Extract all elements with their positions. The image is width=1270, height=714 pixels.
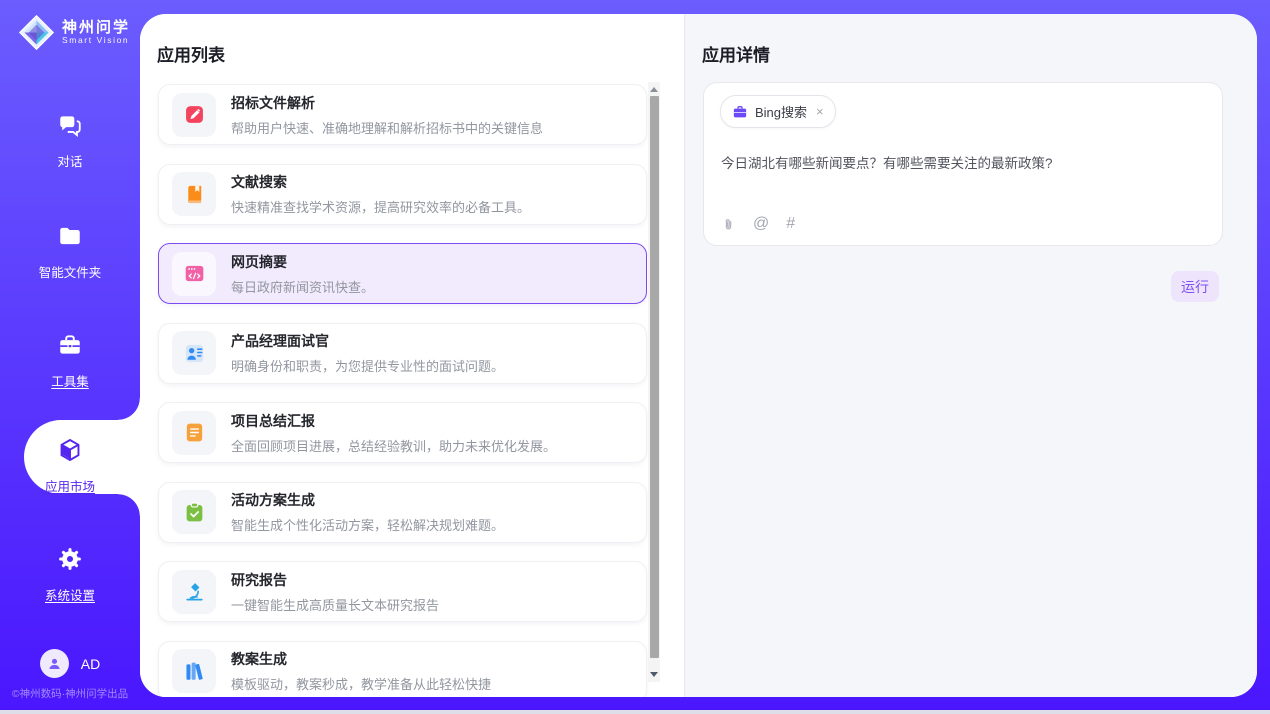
app-card-name: 活动方案生成 [231, 490, 504, 510]
app-card-description: 模板驱动，教案秒成，教学准备从此轻松快捷 [231, 674, 491, 693]
app-card-description: 每日政府新闻资讯快查。 [231, 277, 374, 296]
scrollbar[interactable] [648, 82, 660, 682]
sidebar-item-label: 应用市场 [45, 476, 95, 495]
cube-icon [57, 437, 83, 468]
gear-icon [57, 546, 83, 577]
microscope-icon [172, 570, 216, 614]
books-icon [172, 649, 216, 693]
app-card-name: 教案生成 [231, 649, 491, 669]
user-account[interactable]: AD [0, 649, 140, 678]
diamond-logo-icon [18, 14, 55, 51]
query-input[interactable]: 今日湖北有哪些新闻要点？有哪些需要关注的最新政策? [721, 152, 1205, 172]
user-avatar-icon [40, 649, 69, 678]
copyright-footer: ©神州数码·神州问学出品 [0, 686, 140, 701]
app-window: 神州问学 Smart Vision 对话智能文件夹工具集应用市场系统设置 AD … [0, 0, 1270, 714]
scrollbar-thumb[interactable] [650, 96, 659, 658]
app-card-description: 帮助用户快速、准确地理解和解析招标书中的关键信息 [231, 118, 543, 137]
app-card-description: 智能生成个性化活动方案，轻松解决规划难题。 [231, 515, 504, 534]
main-container: 应用列表 招标文件解析帮助用户快速、准确地理解和解析招标书中的关键信息文献搜索快… [140, 14, 1257, 697]
app-card[interactable]: 教案生成模板驱动，教案秒成，教学准备从此轻松快捷 [158, 641, 647, 698]
app-card-name: 产品经理面试官 [231, 331, 504, 351]
scrollbar-down-arrow-icon[interactable] [650, 672, 658, 677]
folder-icon [57, 223, 83, 254]
sidebar-item-对话[interactable]: 对话 [0, 112, 140, 170]
edit-square-icon [172, 93, 216, 137]
logo-title: 神州问学 [62, 20, 130, 37]
tool-tag-close-icon[interactable]: × [816, 104, 824, 119]
prompt-input-card[interactable]: Bing搜索 × 今日湖北有哪些新闻要点？有哪些需要关注的最新政策? @ # [703, 82, 1223, 246]
app-card[interactable]: 项目总结汇报全面回顾项目进展，总结经验教训，助力未来优化发展。 [158, 402, 647, 463]
note-icon [172, 411, 216, 455]
app-card-name: 研究报告 [231, 570, 439, 590]
app-card-name: 文献搜索 [231, 172, 530, 192]
active-tab-fillet-bottom [118, 494, 140, 516]
app-card[interactable]: 活动方案生成智能生成个性化活动方案，轻松解决规划难题。 [158, 482, 647, 543]
sidebar-item-应用市场[interactable]: 应用市场 [0, 437, 140, 495]
app-card-description: 一键智能生成高质量长文本研究报告 [231, 595, 439, 614]
run-button[interactable]: 运行 [1171, 271, 1219, 302]
app-card-name: 招标文件解析 [231, 93, 543, 113]
app-card-description: 明确身份和职责，为您提供专业性的面试问题。 [231, 356, 504, 375]
toolbox-icon [57, 332, 83, 363]
sidebar-item-系统设置[interactable]: 系统设置 [0, 546, 140, 604]
sidebar: 神州问学 Smart Vision 对话智能文件夹工具集应用市场系统设置 AD … [0, 0, 140, 710]
paperclip-icon[interactable] [721, 216, 736, 233]
tool-tag-bing-search[interactable]: Bing搜索 × [720, 95, 836, 128]
sidebar-item-label: 智能文件夹 [39, 262, 102, 281]
app-card[interactable]: 研究报告一键智能生成高质量长文本研究报告 [158, 561, 647, 622]
browser-icon [172, 252, 216, 296]
at-icon[interactable]: @ [753, 215, 769, 233]
composer-toolbar: @ # [721, 215, 795, 233]
app-card[interactable]: 产品经理面试官明确身份和职责，为您提供专业性的面试问题。 [158, 323, 647, 384]
app-card-name: 项目总结汇报 [231, 411, 556, 431]
book-icon [172, 172, 216, 216]
scrollbar-up-arrow-icon[interactable] [650, 87, 658, 92]
app-list-panel: 应用列表 招标文件解析帮助用户快速、准确地理解和解析招标书中的关键信息文献搜索快… [140, 14, 684, 697]
app-card[interactable]: 招标文件解析帮助用户快速、准确地理解和解析招标书中的关键信息 [158, 84, 647, 145]
chat-icon [57, 112, 83, 143]
hash-icon[interactable]: # [786, 215, 795, 233]
app-card-description: 快速精准查找学术资源，提高研究效率的必备工具。 [231, 197, 530, 216]
logo-subtitle: Smart Vision [62, 36, 130, 45]
sidebar-item-label: 系统设置 [45, 585, 95, 604]
sidebar-item-工具集[interactable]: 工具集 [0, 332, 140, 390]
interviewer-icon [172, 331, 216, 375]
app-detail-title: 应用详情 [702, 41, 770, 66]
active-tab-fillet-top [118, 398, 140, 420]
app-card[interactable]: 文献搜索快速精准查找学术资源，提高研究效率的必备工具。 [158, 164, 647, 225]
tool-tag-label: Bing搜索 [755, 102, 807, 121]
app-logo: 神州问学 Smart Vision [18, 14, 130, 51]
sidebar-item-label: 工具集 [51, 371, 89, 390]
clipboard-check-icon [172, 490, 216, 534]
window-bottom-edge [0, 710, 1270, 714]
sidebar-item-label: 对话 [57, 151, 82, 170]
sidebar-item-智能文件夹[interactable]: 智能文件夹 [0, 223, 140, 281]
app-detail-panel: 应用详情 Bing搜索 × 今日湖北有哪些新闻要点？有哪些需要关注的最新政策? [684, 14, 1257, 697]
briefcase-icon [732, 104, 748, 120]
app-card-description: 全面回顾项目进展，总结经验教训，助力未来优化发展。 [231, 436, 556, 455]
app-list-title: 应用列表 [157, 41, 225, 66]
app-card-list: 招标文件解析帮助用户快速、准确地理解和解析招标书中的关键信息文献搜索快速精准查找… [158, 84, 647, 697]
user-name: AD [81, 656, 100, 672]
app-card-name: 网页摘要 [231, 252, 374, 272]
app-card[interactable]: 网页摘要每日政府新闻资讯快查。 [158, 243, 647, 304]
